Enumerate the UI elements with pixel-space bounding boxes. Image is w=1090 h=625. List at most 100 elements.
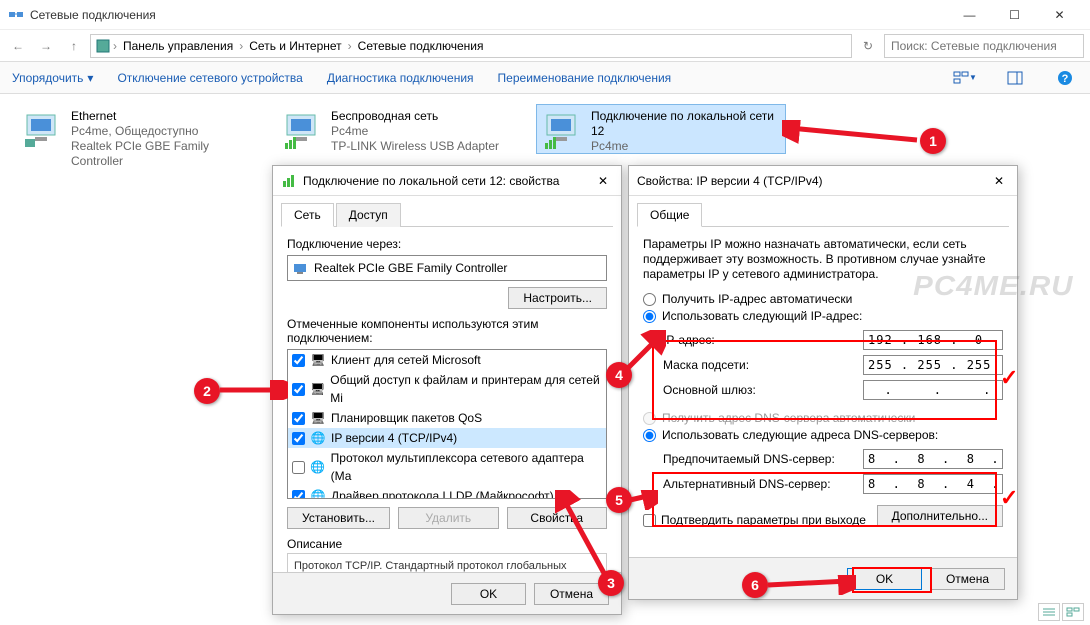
dns1-input[interactable] [863,449,1003,469]
back-button[interactable]: ← [6,34,30,58]
subnet-mask-input[interactable] [863,355,1003,375]
radio-input[interactable] [643,293,656,306]
tab-network[interactable]: Сеть [281,203,334,227]
annotation-circle-5: 5 [606,487,632,513]
component-checkbox[interactable] [292,490,305,500]
radio-input[interactable] [643,429,656,442]
close-icon[interactable]: ✕ [593,171,613,191]
connection-properties-dialog: Подключение по локальной сети 12: свойст… [272,165,622,615]
component-checkbox[interactable] [292,461,305,474]
ip-address-input[interactable] [863,330,1003,350]
description-label: Описание [287,537,607,551]
protocol-icon: 🌐 [310,459,326,475]
rename-button[interactable]: Переименование подключения [498,71,672,85]
radio-manual-dns[interactable]: Использовать следующие адреса DNS-сервер… [643,428,1003,442]
minimize-button[interactable]: — [947,0,992,30]
radio-manual-ip[interactable]: Использовать следующий IP-адрес: [643,309,1003,323]
refresh-button[interactable]: ↻ [856,34,880,58]
crumb-network-connections[interactable]: Сетевые подключения [354,39,488,53]
large-icons-view-icon[interactable] [1062,603,1084,621]
tab-sharing[interactable]: Доступ [336,203,401,227]
install-button[interactable]: Установить... [287,507,390,529]
details-view-icon[interactable] [1038,603,1060,621]
connection-adapter: Realtek PCIe GBE Family Controller [71,139,261,169]
component-checkbox[interactable] [292,383,305,396]
connect-using-label: Подключение через: [287,237,607,251]
component-checkbox[interactable] [292,432,305,445]
search-input[interactable] [884,34,1084,58]
disable-device-button[interactable]: Отключение сетевого устройства [117,71,302,85]
view-options-button[interactable]: ▼ [952,65,978,91]
dns2-label: Альтернативный DNS-сервер: [663,477,863,491]
component-checkbox[interactable] [292,354,305,367]
connection-local-12[interactable]: Подключение по локальной сети 12 Pc4me [536,104,786,154]
component-file-sharing[interactable]: 🖥Общий доступ к файлам и принтерам для с… [288,370,606,408]
address-bar: ← → ↑ › Панель управления › Сеть и Интер… [0,30,1090,62]
chevron-down-icon: ▾ [87,71,93,85]
annotation-circle-4: 4 [606,362,632,388]
connection-name: Беспроводная сеть [331,109,499,124]
components-label: Отмеченные компоненты используются этим … [287,317,607,345]
up-button[interactable]: ↑ [62,34,86,58]
view-mode-icons [1038,603,1084,621]
crumb-control-panel[interactable]: Панель управления [119,39,237,53]
components-list[interactable]: 🖥Клиент для сетей Microsoft 🖥Общий досту… [287,349,607,499]
ok-button[interactable]: OK [451,583,526,605]
forward-button[interactable]: → [34,34,58,58]
confirm-on-exit-checkbox[interactable] [643,514,656,527]
remove-button: Удалить [398,507,499,529]
service-icon: 🖥 [310,410,326,426]
adapter-display: Realtek PCIe GBE Family Controller [287,255,607,281]
advanced-button[interactable]: Дополнительно... [877,505,1003,527]
protocol-icon: 🌐 [310,488,326,499]
ok-button[interactable]: OK [847,568,922,590]
connection-adapter: Pc4me [591,139,781,154]
preview-pane-button[interactable] [1002,65,1028,91]
dns2-input[interactable] [863,474,1003,494]
component-qos[interactable]: 🖥Планировщик пакетов QoS [288,408,606,428]
component-multiplexor[interactable]: 🌐Протокол мультиплексора сетевого адапте… [288,448,606,486]
adapter-icon [292,260,308,276]
tab-general[interactable]: Общие [637,203,702,227]
close-button[interactable]: ✕ [1037,0,1082,30]
configure-button[interactable]: Настроить... [508,287,607,309]
properties-button[interactable]: Свойства [507,507,608,529]
breadcrumb[interactable]: › Панель управления › Сеть и Интернет › … [90,34,852,58]
ethernet-icon [21,109,63,151]
component-checkbox[interactable] [292,412,305,425]
gateway-label: Основной шлюз: [663,383,863,397]
network-icon [281,173,297,189]
control-panel-icon [95,38,111,54]
maximize-button[interactable]: ☐ [992,0,1037,30]
chevron-right-icon: › [239,39,243,53]
component-client-microsoft[interactable]: 🖥Клиент для сетей Microsoft [288,350,606,370]
connection-wireless[interactable]: Беспроводная сеть Pc4me TP-LINK Wireless… [276,104,526,154]
dialog-title: Подключение по локальной сети 12: свойст… [303,174,593,188]
component-lldp[interactable]: 🌐Драйвер протокола LLDP (Майкрософт) [288,486,606,499]
diagnose-button[interactable]: Диагностика подключения [327,71,474,85]
cancel-button[interactable]: Отмена [930,568,1005,590]
gateway-input[interactable] [863,380,1003,400]
dialog-footer: OK Отмена [273,572,621,614]
close-icon[interactable]: ✕ [989,171,1009,191]
connection-status: Pc4me, Общедоступно [71,124,261,139]
organize-menu[interactable]: Упорядочить ▾ [12,71,93,85]
service-icon: 🖥 [310,381,325,397]
subnet-mask-label: Маска подсети: [663,358,863,372]
chevron-right-icon: › [113,39,117,53]
protocol-icon: 🌐 [310,430,326,446]
connection-name: Ethernet [71,109,261,124]
annotation-circle-1: 1 [920,128,946,154]
connection-name: Подключение по локальной сети 12 [591,109,781,139]
window-title: Сетевые подключения [30,8,947,22]
command-bar: Упорядочить ▾ Отключение сетевого устрой… [0,62,1090,94]
adapter-name: Realtek PCIe GBE Family Controller [314,261,507,275]
crumb-network-internet[interactable]: Сеть и Интернет [245,39,345,53]
component-ipv4[interactable]: 🌐IP версии 4 (TCP/IPv4) [288,428,606,448]
connection-ethernet[interactable]: Ethernet Pc4me, Общедоступно Realtek PCI… [16,104,266,154]
dialog-footer: OK Отмена [629,557,1017,599]
dialog-tabs: Общие [637,202,1009,227]
radio-input[interactable] [643,310,656,323]
dialog-title: Свойства: IP версии 4 (TCP/IPv4) [637,174,989,188]
help-button[interactable]: ? [1052,65,1078,91]
